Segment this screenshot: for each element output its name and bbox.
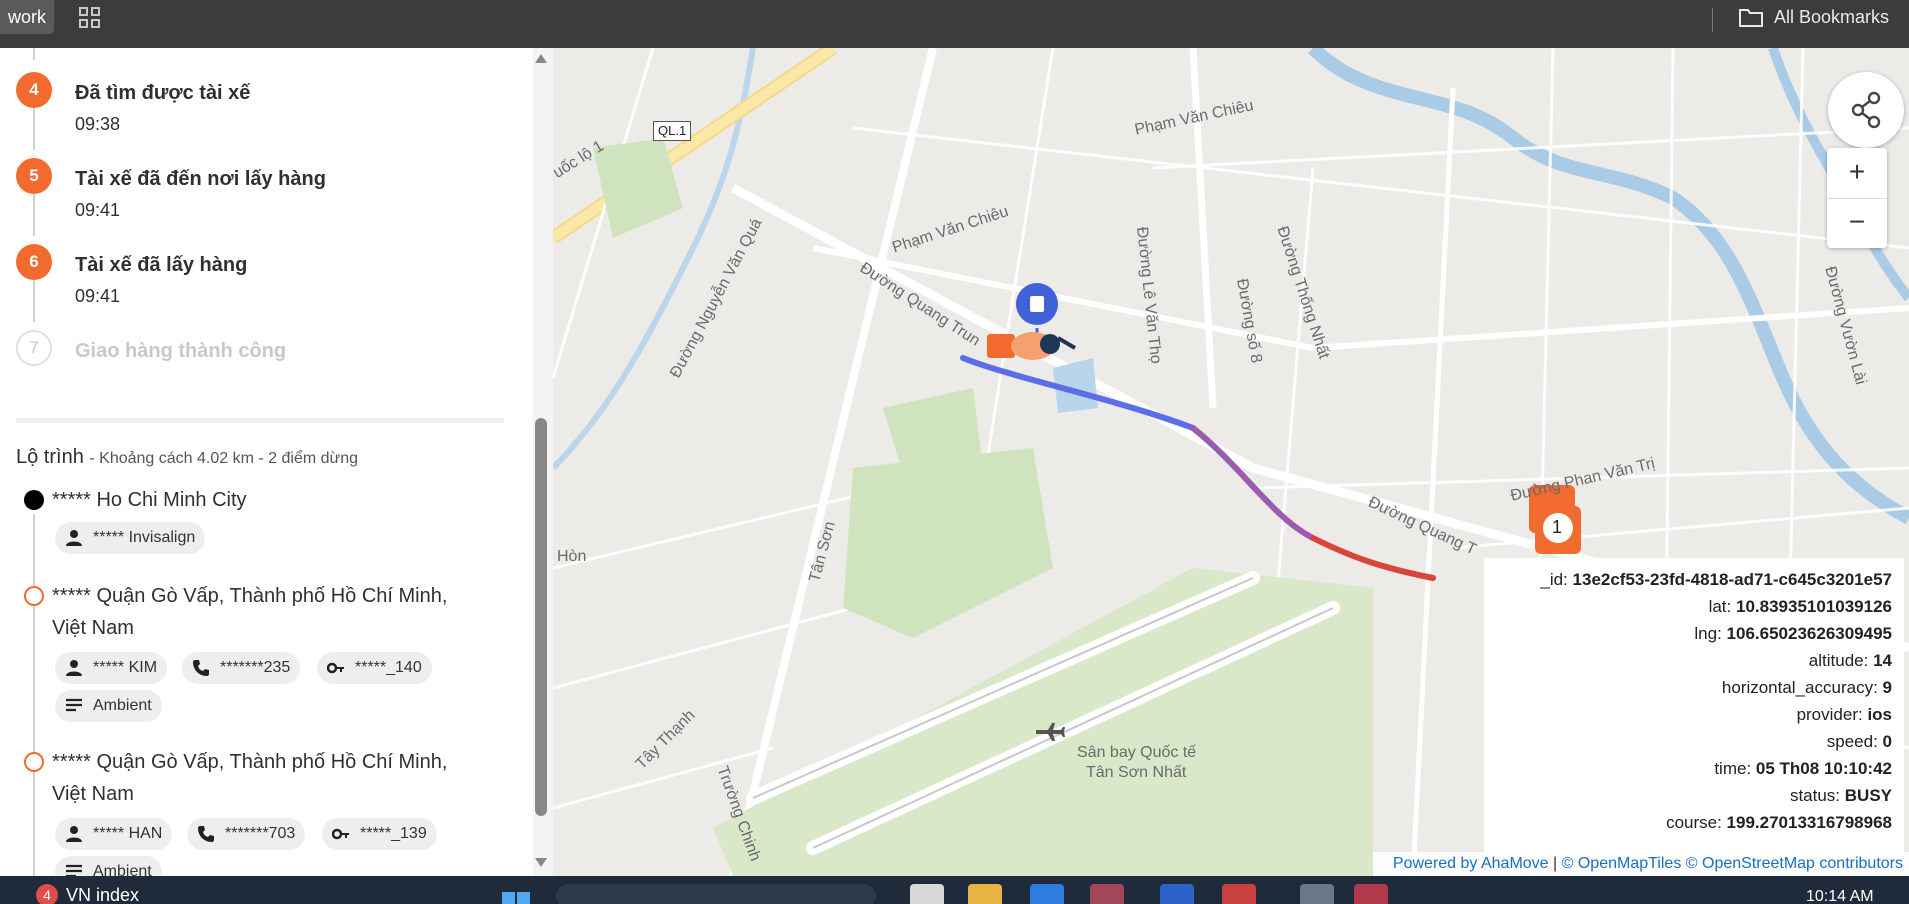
stop-address: ***** Quận Gò Vấp, Thành phố Hồ Chí Minh… (52, 751, 448, 805)
route-summary: - Khoảng cách 4.02 km - 2 điểm dừng (89, 450, 359, 467)
map-attribution: Powered by AhaMove | © OpenMapTiles © Op… (1373, 852, 1909, 876)
step-number: 4 (16, 72, 52, 108)
folder-icon[interactable] (968, 884, 1002, 904)
step-number: 6 (16, 244, 52, 280)
file-explorer-icon[interactable] (910, 884, 944, 904)
section-divider (16, 418, 504, 423)
attribution-ahamove-link[interactable]: Powered by AhaMove (1393, 855, 1549, 872)
step-title: Tài xế đã lấy hàng (75, 254, 248, 276)
stop-address: ***** Ho Chi Minh City (52, 489, 247, 511)
windows-start-icon[interactable] (500, 884, 534, 904)
code-chip[interactable]: *****_139 (322, 818, 437, 850)
attribution-openmaptiles-link[interactable]: © OpenMapTiles (1562, 855, 1682, 872)
map-poi-label: Sân bay Quốc tế (1077, 744, 1197, 761)
stop-connector (33, 776, 35, 876)
highway-shield-label: QL.1 (653, 121, 692, 141)
step-title: Tài xế đã đến nơi lấy hàng (75, 168, 326, 190)
apps-grid-icon[interactable] (78, 6, 102, 30)
contact-chip[interactable]: ***** KIM (55, 652, 168, 684)
stop-marker-number[interactable]: 1 (1552, 517, 1562, 538)
notes-chip[interactable]: Ambient (55, 690, 162, 722)
phone-icon (198, 826, 214, 842)
person-icon (66, 660, 82, 676)
map-poi-label: Tân Sơn Nhất (1086, 764, 1187, 781)
stock-ticker-widget[interactable]: VN index (66, 885, 139, 904)
chrome-icon[interactable] (1222, 884, 1256, 904)
dropoff-dot (24, 752, 44, 772)
step-connector (33, 194, 35, 236)
edge-icon[interactable] (1030, 884, 1064, 904)
zoom-out-button[interactable]: − (1827, 198, 1887, 248)
taskbar: 4 VN index 10:14 AM (0, 876, 1909, 904)
phone-chip[interactable]: *******235 (182, 652, 301, 684)
notes-chip[interactable]: Ambient (55, 856, 162, 876)
route-title: Lộ trình (16, 446, 84, 468)
step-connector (33, 48, 35, 60)
key-icon (332, 828, 349, 840)
step-time: 09:41 (75, 200, 121, 220)
search-box[interactable] (556, 884, 876, 904)
code-chip[interactable]: *****_140 (317, 652, 432, 684)
bookmarks-separator (1712, 8, 1713, 32)
notes-icon (66, 698, 82, 712)
stop-address: ***** Quận Gò Vấp, Thành phố Hồ Chí Minh… (52, 585, 448, 639)
app-icon[interactable] (1300, 884, 1334, 904)
step-time: 09:38 (75, 114, 121, 134)
system-clock[interactable]: 10:14 AM (1806, 888, 1874, 904)
bookmarks-bar: work All Bookmarks (0, 0, 1909, 48)
step-title: Đã tìm được tài xế (75, 82, 251, 104)
attribution-osm-link[interactable]: © OpenStreetMap contributors (1686, 855, 1903, 872)
person-icon (66, 530, 82, 546)
step-number: 7 (16, 330, 52, 366)
phone-icon (193, 660, 209, 676)
pickup-dot (24, 490, 44, 510)
app-icon[interactable] (1354, 884, 1388, 904)
app-icon[interactable] (1090, 884, 1124, 904)
profile-label[interactable]: work (0, 0, 55, 34)
step-number: 5 (16, 158, 52, 194)
key-icon (327, 662, 344, 674)
step-time: 09:41 (75, 286, 121, 306)
map-area-label: Hòn (557, 548, 587, 565)
notes-icon (66, 864, 82, 876)
order-detail-panel: 4 Đã tìm được tài xế 09:38 5 Tài xế đã đ… (0, 48, 532, 876)
notification-badge: 4 (36, 884, 58, 904)
contact-chip[interactable]: ***** Invisalign (55, 522, 206, 554)
step-title: Giao hàng thành công (75, 340, 287, 362)
zoom-control: + − (1827, 148, 1887, 248)
scroll-down-arrow-icon[interactable] (535, 858, 547, 867)
scrollbar-thumb[interactable] (535, 418, 547, 816)
location-info-popup: _id: 13e2cf53-23fd-4818-ad71-c645c3201e5… (1484, 558, 1904, 858)
step-connector (33, 280, 35, 322)
route-header: Lộ trình - Khoảng cách 4.02 km - 2 điểm … (16, 446, 358, 469)
scroll-up-arrow-icon[interactable] (535, 54, 547, 63)
all-bookmarks-button[interactable]: All Bookmarks (1774, 6, 1889, 28)
app-icon[interactable] (1160, 884, 1194, 904)
step-connector (33, 108, 35, 150)
share-button[interactable] (1828, 72, 1904, 148)
zoom-in-button[interactable]: + (1827, 148, 1887, 199)
share-icon (1851, 91, 1881, 129)
contact-chip[interactable]: ***** HAN (55, 818, 173, 850)
phone-chip[interactable]: *******703 (187, 818, 306, 850)
dropoff-dot (24, 586, 44, 606)
map-view[interactable]: QL.1 uốc lộ 1 Phạm Văn Chiêu Phạm Văn Ch… (553, 48, 1909, 876)
folder-icon[interactable] (1738, 6, 1764, 28)
person-icon (66, 826, 82, 842)
